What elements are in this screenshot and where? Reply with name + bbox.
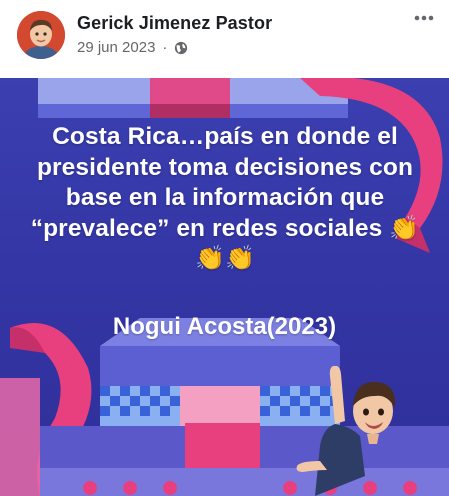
post-header: Gerick Jimenez Pastor 29 jun 2023 · — [0, 0, 449, 78]
post-image[interactable]: Costa Rica…país en donde el presidente t… — [0, 78, 449, 496]
image-credit: Nogui Acosta(2023) — [112, 313, 337, 340]
image-caption: Costa Rica…país en donde el presidente t… — [30, 122, 420, 275]
avatar[interactable] — [17, 11, 65, 59]
post-date[interactable]: 29 jun 2023 — [77, 39, 155, 56]
post-meta: 29 jun 2023 · — [77, 39, 188, 56]
author-name[interactable]: Gerick Jimenez Pastor — [77, 13, 272, 34]
globe-icon — [175, 41, 188, 54]
avatar-character-illustration — [296, 366, 396, 496]
more-options-icon[interactable] — [409, 5, 439, 31]
caption-text: Costa Rica…país en donde el presidente t… — [30, 123, 414, 242]
meta-separator: · — [162, 39, 168, 56]
